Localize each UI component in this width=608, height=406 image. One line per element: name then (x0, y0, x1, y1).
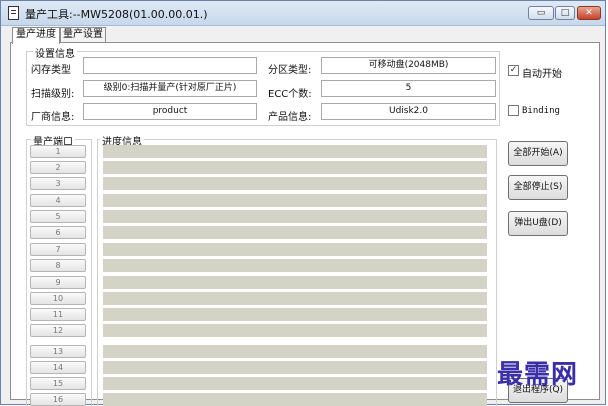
progress-bar-11 (103, 308, 487, 321)
progress-bar-14 (103, 361, 487, 374)
port-button-8[interactable]: 8 (30, 259, 86, 272)
progress-bar-13 (103, 345, 487, 358)
port-button-13[interactable]: 13 (30, 345, 86, 358)
binding-checkbox[interactable] (508, 105, 519, 116)
auto-start-label[interactable]: 自动开始 (522, 65, 562, 80)
start-all-button[interactable]: 全部开始(A) (508, 141, 568, 166)
port-button-9[interactable]: 9 (30, 276, 86, 289)
app-icon (8, 6, 19, 20)
tab-settings[interactable]: 量产设置 (60, 27, 106, 43)
ecc-label: ECC个数: (268, 89, 312, 100)
port-button-3[interactable]: 3 (30, 177, 86, 190)
port-button-12[interactable]: 12 (30, 324, 86, 337)
progress-bar-5 (103, 210, 487, 223)
port-button-2[interactable]: 2 (30, 161, 86, 174)
vendor-label: 厂商信息: (31, 112, 75, 123)
minimize-button[interactable]: ▭ (528, 6, 554, 20)
product-field[interactable]: Udisk2.0 (321, 103, 496, 120)
eject-udisk-button[interactable]: 弹出U盘(D) (508, 211, 568, 236)
progress-bar-2 (103, 161, 487, 174)
port-button-15[interactable]: 15 (30, 377, 86, 390)
port-button-1[interactable]: 1 (30, 145, 86, 158)
progress-bar-15 (103, 377, 487, 390)
settings-legend: 设置信息 (33, 45, 77, 60)
scan-level-label: 扫描级别: (31, 89, 75, 100)
port-button-14[interactable]: 14 (30, 361, 86, 374)
window-title: 量产工具:--MW5208(01.00.00.01.) (25, 8, 208, 21)
partition-type-field[interactable]: 可移动盘(2048MB) (321, 57, 496, 74)
title-bar[interactable]: 量产工具:--MW5208(01.00.00.01.) ▭ □ ✕ (1, 1, 605, 26)
port-button-4[interactable]: 4 (30, 194, 86, 207)
flash-type-field[interactable] (83, 57, 257, 74)
product-label: 产品信息: (268, 112, 312, 123)
progress-bar-7 (103, 243, 487, 256)
progress-bar-10 (103, 292, 487, 305)
auto-start-checkbox[interactable]: ✓ (508, 65, 519, 76)
progress-bar-6 (103, 226, 487, 239)
port-button-16[interactable]: 16 (30, 393, 86, 406)
port-button-10[interactable]: 10 (30, 292, 86, 305)
close-button[interactable]: ✕ (577, 6, 601, 20)
port-button-5[interactable]: 5 (30, 210, 86, 223)
partition-type-label: 分区类型: (268, 65, 312, 76)
maximize-button[interactable]: □ (555, 6, 575, 20)
progress-bar-9 (103, 276, 487, 289)
ecc-field[interactable]: 5 (321, 80, 496, 97)
binding-label[interactable]: Binding (522, 106, 560, 116)
progress-bar-3 (103, 177, 487, 190)
flash-type-label: 闪存类型 (31, 65, 71, 76)
progress-bar-12 (103, 324, 487, 337)
vendor-field[interactable]: product (83, 103, 257, 120)
stop-all-button[interactable]: 全部停止(S) (508, 175, 568, 200)
watermark-text: 最需网 (497, 360, 579, 390)
progress-bar-16 (103, 393, 487, 406)
progress-bar-1 (103, 145, 487, 158)
progress-bar-4 (103, 194, 487, 207)
port-button-6[interactable]: 6 (30, 226, 86, 239)
tab-progress[interactable]: 量产进度 (12, 27, 60, 44)
port-button-7[interactable]: 7 (30, 243, 86, 256)
scan-level-field[interactable]: 级别0:扫描并量产(针对原厂正片) (83, 80, 257, 97)
port-button-11[interactable]: 11 (30, 308, 86, 321)
progress-bar-8 (103, 259, 487, 272)
